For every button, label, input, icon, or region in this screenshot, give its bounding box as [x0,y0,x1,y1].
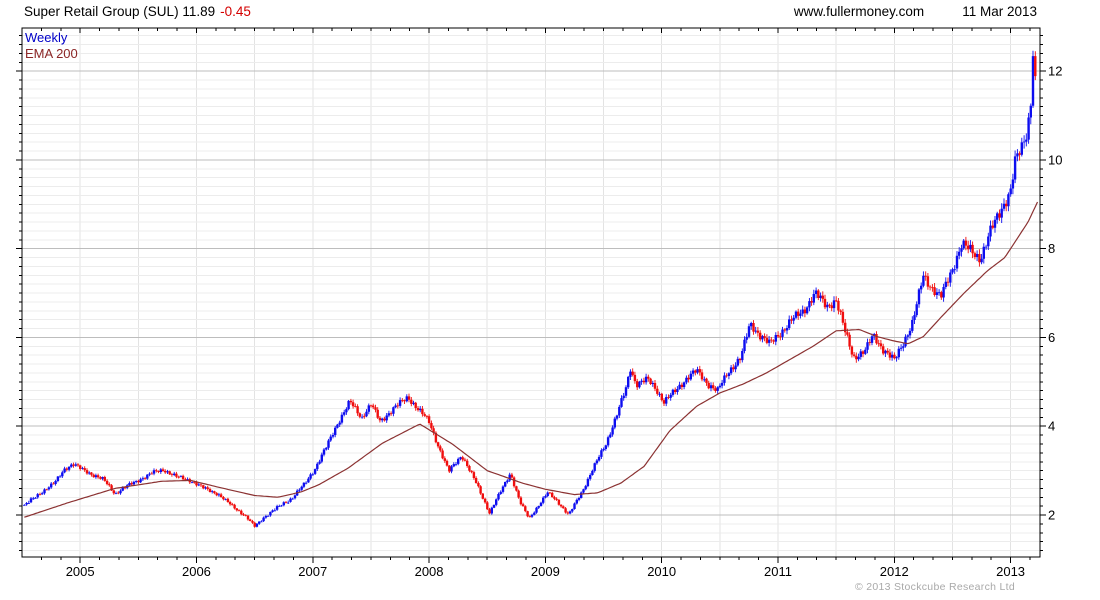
x-axis-year-label: 2009 [531,564,560,579]
candlestick-layer [23,50,1037,528]
plot-border [21,27,1041,558]
up-candle-bodies [23,56,1035,527]
x-axis-labels: 2005 2006 2007 2008 2009 2010 2011 2012 2013 [66,564,1025,579]
y-axis-price-label: 4 [1048,419,1055,434]
x-axis-year-label: 2013 [996,564,1025,579]
down-candle-wicks [39,51,1036,528]
chart-legend: Weekly EMA 200 [25,30,78,61]
x-axis-year-label: 2012 [880,564,909,579]
instrument-title: Super Retail Group (SUL) 11.89 [24,4,216,19]
x-axis-year-label: 2005 [66,564,95,579]
y-axis-price-label: 8 [1048,241,1055,256]
gridlines [22,28,1040,557]
chart-header: Super Retail Group (SUL) 11.89 -0.45 www… [24,4,1037,19]
x-axis-year-label: 2006 [182,564,211,579]
copyright-notice: © 2013 Stockcube Research Ltd [854,581,1015,593]
chart-date: 11 Mar 2013 [962,4,1037,19]
ema-200-line [24,201,1039,518]
x-axis-year-label: 2008 [415,564,444,579]
y-axis-price-label: 6 [1048,330,1055,345]
up-candle-wicks [23,50,1034,528]
y-axis-price-label: 10 [1048,152,1062,167]
price-chart: 2005 2006 2007 2008 2009 2010 2011 2012 2013 2 4 6 8… [16,27,1062,579]
y-axis-price-label: 2 [1048,508,1055,523]
x-axis-year-label: 2007 [298,564,327,579]
x-axis-year-label: 2010 [647,564,676,579]
x-axis-year-label: 2011 [764,564,792,579]
source-url: www.fullermoney.com [793,4,925,19]
axes [16,27,1046,563]
y-axis-price-label: 12 [1048,64,1062,79]
down-candle-bodies [38,56,1037,527]
price-change: -0.45 [220,4,251,19]
legend-series-label: Weekly [25,30,68,45]
y-axis-labels: 2 4 6 8 10 12 [1048,64,1062,523]
legend-ema-label: EMA 200 [25,45,78,61]
